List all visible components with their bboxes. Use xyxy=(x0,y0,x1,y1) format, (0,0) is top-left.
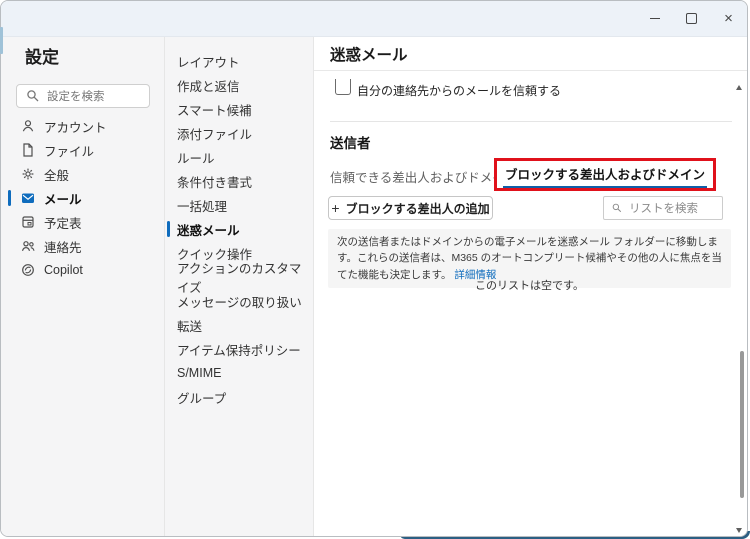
sidebar-item-calendar[interactable]: 予定表 xyxy=(1,210,164,234)
mail-icon xyxy=(20,190,36,206)
people-icon xyxy=(20,238,36,254)
search-icon xyxy=(611,202,623,214)
sidebar-item-label: Copilot xyxy=(44,263,83,277)
list-search-placeholder: リストを検索 xyxy=(629,200,698,216)
sidebar-item-label: 連絡先 xyxy=(44,237,82,256)
section-divider xyxy=(330,121,732,122)
maximize-icon xyxy=(686,13,697,24)
sidebar-item-label: メール xyxy=(44,189,82,208)
sidebar-item-files[interactable]: ファイル xyxy=(1,138,164,162)
sidebar-nav-list: アカウント ファイル 全般 xyxy=(1,114,164,282)
settings-search-input[interactable]: 設定を検索 xyxy=(16,84,150,108)
nav-item-retention-policies[interactable]: アイテム保持ポリシー xyxy=(165,337,313,361)
close-icon: × xyxy=(724,11,733,26)
search-icon xyxy=(25,88,41,104)
close-button[interactable]: × xyxy=(710,1,747,36)
scrollbar-thumb[interactable] xyxy=(740,351,744,498)
empty-list-message: このリストは空です。 xyxy=(328,277,731,293)
tab-blocked-senders[interactable]: ブロックする差出人およびドメイン xyxy=(503,162,707,188)
nav-item-groups[interactable]: グループ xyxy=(165,385,313,409)
sidebar-item-label: アカウント xyxy=(44,117,107,136)
copilot-icon xyxy=(20,262,36,278)
sidebar-item-general[interactable]: 全般 xyxy=(1,162,164,186)
sidebar-item-copilot[interactable]: Copilot xyxy=(1,258,164,282)
plus-icon: + xyxy=(331,201,339,215)
settings-sidebar: 設定 設定を検索 アカウント xyxy=(1,37,164,536)
nav-item-smart-suggestions[interactable]: スマート候補 xyxy=(165,97,313,121)
sidebar-item-label: 全般 xyxy=(44,165,69,184)
settings-window: × 設定 設定を検索 アカウント xyxy=(0,0,748,537)
background-app-sliver xyxy=(0,27,3,54)
trust-contacts-label: 自分の連絡先からのメールを信頼する xyxy=(357,82,561,99)
trust-contacts-checkbox[interactable] xyxy=(335,79,351,95)
nav-item-layout[interactable]: レイアウト xyxy=(165,49,313,73)
nav-item-forwarding[interactable]: 転送 xyxy=(165,313,313,337)
minimize-button[interactable] xyxy=(636,1,673,36)
sidebar-item-label: ファイル xyxy=(44,141,94,160)
nav-item-rules[interactable]: ルール xyxy=(165,145,313,169)
minimize-icon xyxy=(650,18,660,19)
gear-icon xyxy=(20,166,36,182)
annotation-highlight-box: ブロックする差出人およびドメイン xyxy=(494,158,716,191)
nav-item-customize-actions[interactable]: アクションのカスタマイズ xyxy=(165,265,313,289)
nav-item-sweep[interactable]: 一括処理 xyxy=(165,193,313,217)
sidebar-item-contacts[interactable]: 連絡先 xyxy=(1,234,164,258)
person-icon xyxy=(20,118,36,134)
page-title: 迷惑メール xyxy=(314,37,747,71)
senders-heading: 送信者 xyxy=(330,132,371,152)
mail-settings-nav: レイアウト 作成と返信 スマート候補 添付ファイル ルール 条件付き書式 一括処… xyxy=(164,37,314,536)
settings-title: 設定 xyxy=(25,43,59,68)
add-blocked-sender-button[interactable]: + ブロックする差出人の追加 xyxy=(328,196,493,220)
tab-trusted-senders[interactable]: 信頼できる差出人およびドメイン xyxy=(330,167,517,186)
sidebar-item-mail[interactable]: メール xyxy=(1,186,164,210)
nav-item-attachments[interactable]: 添付ファイル xyxy=(165,121,313,145)
sidebar-item-label: 予定表 xyxy=(44,213,82,232)
maximize-button[interactable] xyxy=(673,1,710,36)
junk-email-pane: 迷惑メール 自分の連絡先からのメールを信頼する 送信者 信頼できる差出人およびド… xyxy=(314,37,747,536)
mail-settings-nav-list: レイアウト 作成と返信 スマート候補 添付ファイル ルール 条件付き書式 一括処… xyxy=(165,49,313,409)
nav-item-junk-email[interactable]: 迷惑メール xyxy=(165,217,313,241)
sidebar-item-account[interactable]: アカウント xyxy=(1,114,164,138)
nav-item-compose-reply[interactable]: 作成と返信 xyxy=(165,73,313,97)
nav-item-conditional-formatting[interactable]: 条件付き書式 xyxy=(165,169,313,193)
scrollbar-up-arrow[interactable] xyxy=(736,85,742,90)
junk-email-scroll-area: 自分の連絡先からのメールを信頼する 送信者 信頼できる差出人およびドメイン ブロ… xyxy=(314,71,747,536)
window-titlebar: × xyxy=(1,1,747,37)
nav-item-message-handling[interactable]: メッセージの取り扱い xyxy=(165,289,313,313)
file-icon xyxy=(20,142,36,158)
scrollbar-down-arrow[interactable] xyxy=(736,528,742,533)
nav-item-smime[interactable]: S/MIME xyxy=(165,361,313,385)
calendar-icon xyxy=(20,214,36,230)
list-search-input[interactable]: リストを検索 xyxy=(603,196,723,220)
settings-search-placeholder: 設定を検索 xyxy=(47,88,105,104)
